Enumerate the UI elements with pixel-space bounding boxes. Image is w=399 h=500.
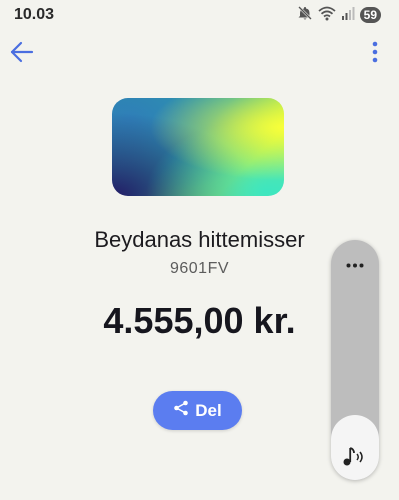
wifi-icon: [318, 5, 336, 26]
status-time: 10.03: [14, 6, 55, 23]
app-bar: [0, 32, 399, 76]
back-button[interactable]: [4, 36, 40, 72]
more-options-button[interactable]: [363, 36, 387, 72]
battery-indicator: 59: [359, 7, 381, 23]
share-icon: [173, 400, 189, 421]
more-horiz-icon: [346, 255, 364, 273]
music-note-icon: [331, 440, 379, 472]
arrow-left-icon: [9, 39, 35, 70]
volume-panel[interactable]: [331, 240, 379, 480]
status-bar: 10.03 59: [0, 0, 399, 30]
status-icons: 59: [297, 5, 381, 26]
volume-slider-fill[interactable]: [331, 415, 379, 480]
volume-options-button[interactable]: [331, 254, 379, 274]
more-vert-icon: [372, 41, 378, 68]
mute-icon: [297, 5, 313, 26]
share-button-label: Del: [195, 400, 222, 420]
signal-icon: [341, 6, 355, 25]
card-artwork: [112, 98, 284, 196]
share-button[interactable]: Del: [153, 391, 242, 430]
